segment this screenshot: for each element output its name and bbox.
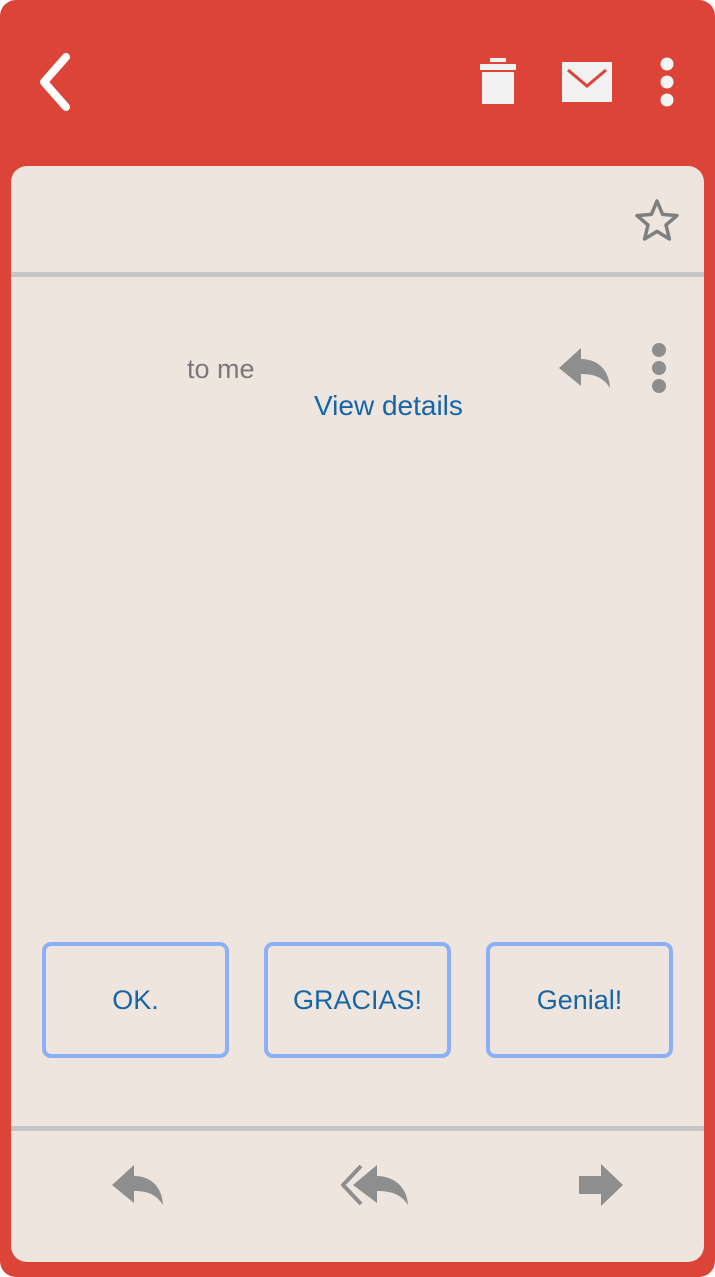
- message-more-button[interactable]: [641, 340, 677, 396]
- app-bar: [0, 0, 715, 160]
- star-button[interactable]: [631, 194, 683, 246]
- back-button[interactable]: [26, 44, 86, 120]
- reply-button[interactable]: [553, 342, 615, 394]
- more-options-button[interactable]: [648, 50, 686, 114]
- message-card: to me View details OK. GRACIAS! Genial!: [11, 166, 704, 1262]
- more-vertical-icon: [660, 57, 674, 107]
- star-icon: [635, 199, 679, 241]
- subject-row: [11, 166, 704, 272]
- forward-icon: [579, 1164, 623, 1206]
- trash-icon: [480, 58, 516, 104]
- delete-button[interactable]: [470, 52, 526, 112]
- recipient-label: to me: [187, 354, 255, 384]
- email-screen: to me View details OK. GRACIAS! Genial!: [0, 0, 715, 1277]
- reply-bottom-button[interactable]: [99, 1153, 175, 1217]
- reply-all-icon: [341, 1164, 408, 1206]
- bottom-action-bar: [11, 1131, 704, 1262]
- forward-button[interactable]: [569, 1153, 633, 1217]
- mail-icon: [562, 62, 612, 102]
- smart-reply-genial[interactable]: Genial!: [486, 942, 673, 1058]
- reply-all-button[interactable]: [329, 1153, 421, 1217]
- reply-icon: [559, 348, 610, 388]
- reply-icon: [112, 1165, 163, 1205]
- divider: [11, 272, 704, 277]
- mark-unread-button[interactable]: [556, 56, 618, 108]
- more-vertical-icon: [652, 343, 666, 393]
- smart-reply-gracias[interactable]: GRACIAS!: [264, 942, 451, 1058]
- chevron-left-icon: [40, 53, 70, 111]
- view-details-link[interactable]: View details: [314, 390, 463, 422]
- smart-reply-ok[interactable]: OK.: [42, 942, 229, 1058]
